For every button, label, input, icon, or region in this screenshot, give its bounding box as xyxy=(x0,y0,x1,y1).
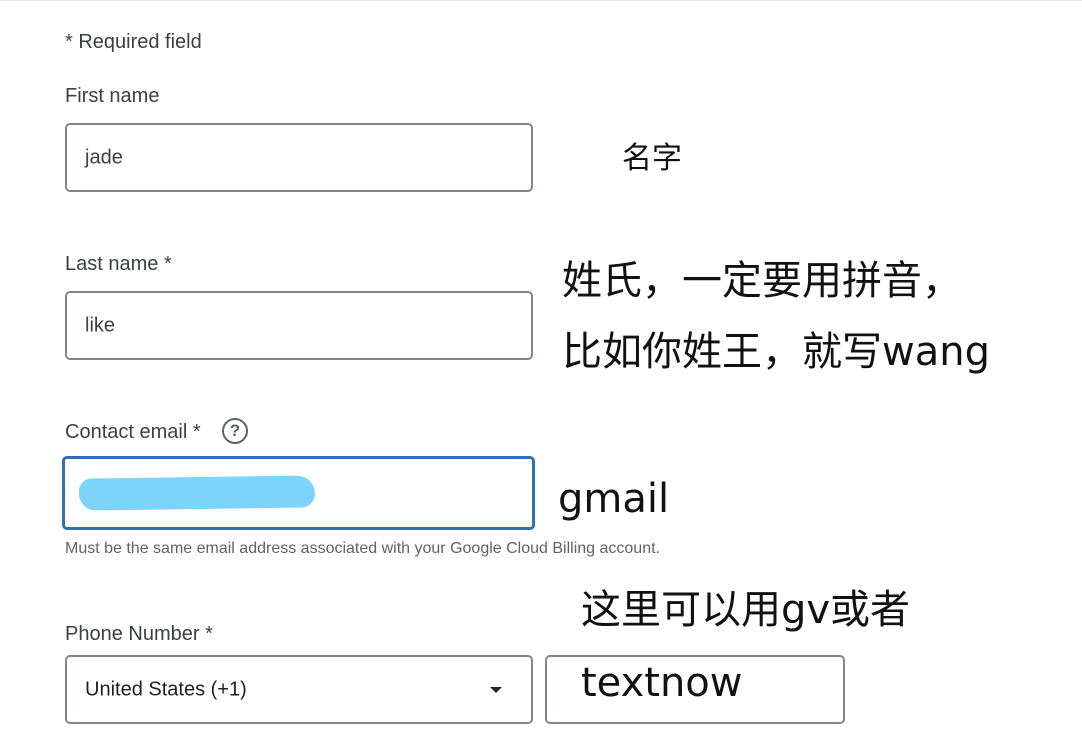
first-name-annotation: 名字 xyxy=(622,141,682,176)
required-field-note: * Required field xyxy=(65,31,202,53)
help-circle-icon[interactable]: ? xyxy=(222,418,248,444)
first-name-label: First name xyxy=(65,85,160,107)
top-divider xyxy=(0,0,1082,1)
email-redaction-mark xyxy=(78,475,316,511)
email-annotation: gmail xyxy=(558,476,670,522)
contact-email-input[interactable] xyxy=(62,456,535,530)
caret-down-icon xyxy=(490,687,502,693)
phone-annotation-line1: 这里可以用gv或者 xyxy=(581,587,911,633)
country-code-select[interactable]: United States (+1) xyxy=(65,655,533,724)
first-name-value: jade xyxy=(85,146,123,168)
last-name-annotation-line1: 姓氏，一定要用拼音， xyxy=(562,258,962,304)
phone-number-label: Phone Number * xyxy=(65,623,213,645)
last-name-value: like xyxy=(85,314,116,336)
last-name-input[interactable]: like xyxy=(65,291,533,360)
last-name-label: Last name * xyxy=(65,253,172,275)
email-hint: Must be the same email address associate… xyxy=(65,540,660,557)
country-code-value: United States (+1) xyxy=(85,678,247,700)
last-name-annotation-line2: 比如你姓王，就写wang xyxy=(562,329,990,375)
contact-email-label: Contact email * xyxy=(65,421,201,443)
phone-annotation-line2: textnow xyxy=(581,660,743,706)
first-name-input[interactable]: jade xyxy=(65,123,533,192)
